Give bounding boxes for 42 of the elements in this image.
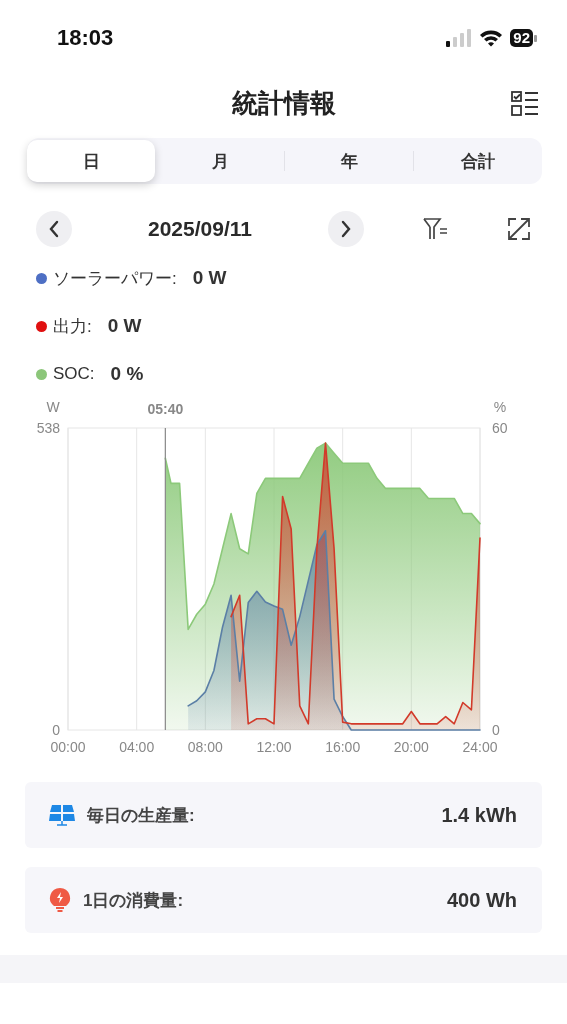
checklist-icon[interactable] <box>510 89 540 119</box>
x-axis-label: 20:00 <box>393 739 429 755</box>
date-label: 2025/09/11 <box>147 217 253 241</box>
axis-unit-label: W <box>46 400 60 415</box>
wifi-icon <box>479 29 504 47</box>
solar-panel-icon <box>49 804 75 826</box>
lightbulb-icon <box>49 887 71 913</box>
previous-day-button[interactable] <box>36 211 72 247</box>
legend-value: 0 W <box>107 315 142 337</box>
chevron-right-icon <box>339 220 353 238</box>
cursor-time-label: 05:40 <box>147 401 184 417</box>
legend-label: 出力: <box>53 315 92 338</box>
chevron-left-icon <box>47 220 61 238</box>
y-axis-label: 0 <box>492 722 500 738</box>
stat-label: 毎日の生産量: <box>87 804 196 827</box>
signal-icon <box>446 29 473 47</box>
expand-icon[interactable] <box>507 217 531 241</box>
y-axis-label: 60 <box>492 420 508 436</box>
x-axis-label: 00:00 <box>50 739 86 755</box>
x-axis-label: 12:00 <box>256 739 292 755</box>
status-time: 18:03 <box>57 25 114 51</box>
period-tab[interactable]: 月 <box>156 140 284 182</box>
x-axis-label: 08:00 <box>187 739 223 755</box>
stat-value: 400 Wh <box>446 888 517 912</box>
x-axis-label: 04:00 <box>119 739 155 755</box>
filter-icon[interactable] <box>423 217 449 241</box>
x-axis-label: 16:00 <box>325 739 361 755</box>
period-tab[interactable]: 日 <box>27 140 155 182</box>
legend-value: 0 W <box>192 267 227 289</box>
x-axis-label: 24:00 <box>462 739 498 755</box>
axis-unit-label: % <box>493 400 507 415</box>
legend-value: 0 % <box>110 363 144 385</box>
legend-label: SOC: <box>53 364 95 384</box>
y-axis-label: 538 <box>36 420 60 436</box>
stat-label: 1日の消費量: <box>83 889 185 912</box>
period-tab[interactable]: 年 <box>285 140 413 182</box>
y-axis-label: 0 <box>52 722 60 738</box>
stat-value: 1.4 kWh <box>441 803 517 827</box>
legend-label: ソーラーパワー: <box>53 267 177 290</box>
next-day-button[interactable] <box>328 211 364 247</box>
period-tab[interactable]: 合計 <box>414 140 542 182</box>
page-title: 統計情報 <box>231 86 336 120</box>
